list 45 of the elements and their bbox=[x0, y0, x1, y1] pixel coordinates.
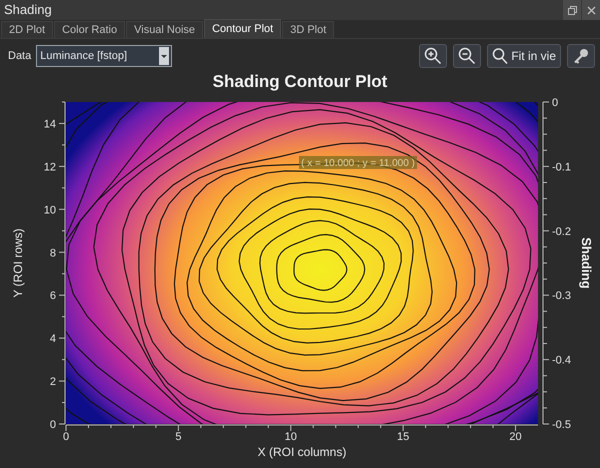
key-icon bbox=[572, 47, 590, 65]
y-tick-label: 14 bbox=[44, 118, 56, 130]
y-tick-label: 6 bbox=[50, 290, 56, 302]
search-icon bbox=[492, 47, 508, 65]
colorbar-tick-label: -0.4 bbox=[552, 354, 571, 367]
restore-button[interactable] bbox=[563, 0, 581, 20]
y-tick-label: 12 bbox=[44, 161, 56, 174]
data-label: Data bbox=[8, 48, 32, 64]
x-tick-label: 20 bbox=[509, 431, 522, 443]
y-tick-label: 10 bbox=[44, 204, 56, 216]
restore-icon bbox=[568, 6, 576, 14]
zoom-in-icon bbox=[424, 47, 442, 65]
window-title: Shading bbox=[4, 1, 53, 20]
data-dropdown[interactable]: Luminance [fstop] bbox=[36, 45, 172, 67]
y-tick-label: 2 bbox=[50, 376, 56, 388]
x-tick-label: 15 bbox=[397, 431, 410, 443]
settings-button[interactable] bbox=[567, 44, 595, 68]
colorbar-tick-label: -0.3 bbox=[552, 290, 571, 302]
colorbar-tick-label: -0.1 bbox=[552, 161, 571, 174]
zoom-out-button[interactable] bbox=[453, 44, 482, 68]
plot-title: Shading Contour Plot bbox=[212, 72, 388, 91]
colorbar-tick-label: -0.5 bbox=[552, 419, 571, 431]
close-button[interactable] bbox=[582, 0, 600, 20]
tooltip: ( x = 10.000 ; y = 11.000 ) bbox=[299, 156, 417, 169]
zoom-in-button[interactable] bbox=[419, 44, 448, 68]
colorbar-tick-label: -0.2 bbox=[552, 226, 571, 238]
y-tick-label: 0 bbox=[50, 419, 56, 431]
y-axis-title: Y (ROI rows) bbox=[11, 228, 25, 298]
x-tick-label: 5 bbox=[175, 431, 182, 443]
x-tick-label: 0 bbox=[62, 431, 70, 443]
colorbar-tick-label: 0 bbox=[552, 97, 558, 109]
tab[interactable]: Contour Plot bbox=[204, 19, 282, 38]
tab[interactable]: Color Ratio bbox=[54, 21, 126, 38]
tab[interactable]: 3D Plot bbox=[282, 21, 334, 38]
x-axis-title: X (ROI columns) bbox=[258, 445, 346, 459]
y-tick-label: 8 bbox=[50, 247, 56, 260]
colorbar-title: Shading bbox=[579, 237, 594, 289]
tab[interactable]: 2D Plot bbox=[1, 21, 54, 38]
close-icon bbox=[586, 6, 596, 14]
y-tick-label: 4 bbox=[50, 333, 56, 346]
tab[interactable]: Visual Noise bbox=[126, 21, 204, 38]
x-tick-label: 10 bbox=[284, 431, 297, 443]
dropdown-caret-icon bbox=[159, 47, 170, 65]
zoom-out-icon bbox=[458, 47, 476, 65]
fit-in-view-button[interactable]: Fit in vie bbox=[487, 44, 561, 68]
